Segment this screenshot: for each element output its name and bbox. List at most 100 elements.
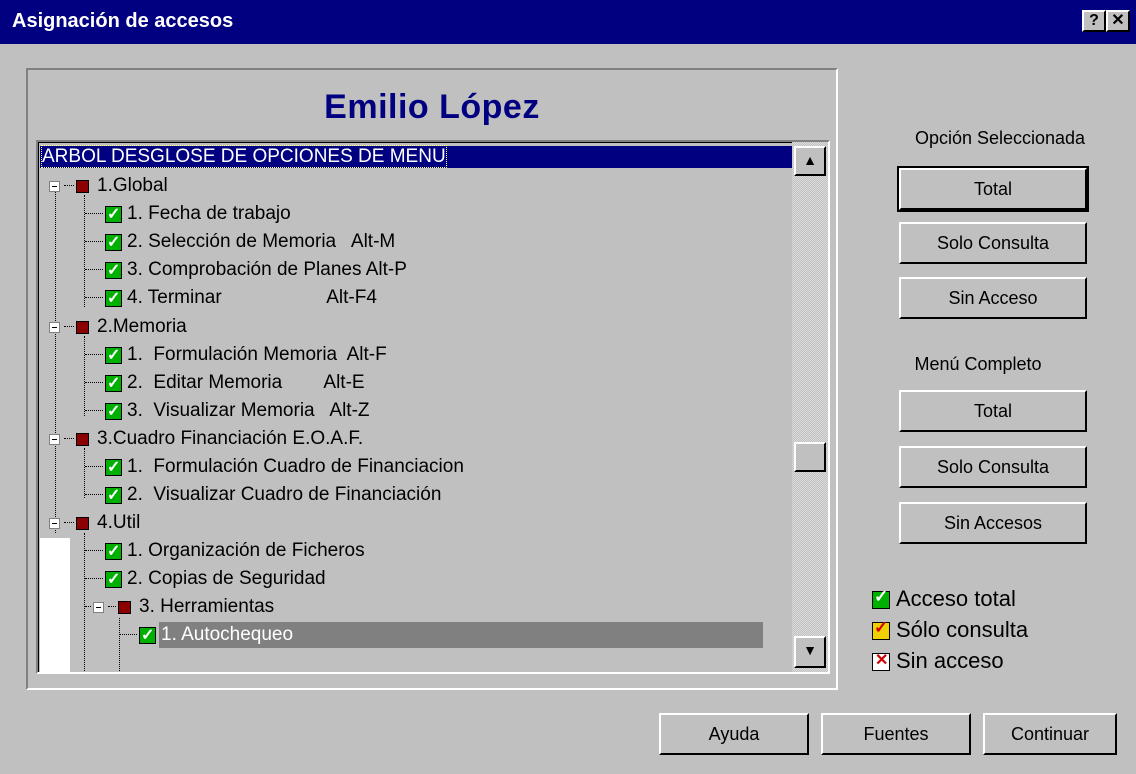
tree-leaf[interactable]: 3. Comprobación de Planes Alt-P — [85, 257, 409, 285]
tree-connector — [85, 354, 103, 356]
tree-header[interactable]: ARBOL DESGLOSE DE OPCIONES DE MENU — [40, 145, 792, 168]
menu-total-button[interactable]: Total — [899, 390, 1087, 432]
tree-connector — [64, 185, 74, 187]
close-icon[interactable]: ✕ — [1106, 10, 1130, 32]
menu-no-access-button[interactable]: Sin Accesos — [899, 502, 1087, 544]
tree-leaf-label: 1. Organización de Ficheros — [127, 540, 365, 561]
full-access-check-icon — [872, 587, 890, 610]
tree-node[interactable]: 4.Util — [49, 510, 142, 538]
branch-marker-icon — [76, 516, 89, 530]
tree-connector — [85, 382, 103, 384]
full-access-check-icon[interactable] — [105, 202, 122, 228]
read-only-check-icon — [872, 618, 890, 641]
collapse-icon[interactable] — [49, 321, 60, 333]
tree-leaf-label: 2. Editar Memoria Alt-E — [127, 372, 365, 393]
tree-node[interactable]: 3.Cuadro Financiación E.O.A.F. — [49, 426, 365, 454]
tree-connector — [85, 213, 103, 215]
continue-button[interactable]: Continuar — [983, 713, 1117, 755]
collapse-icon[interactable] — [93, 601, 104, 613]
tree-leaf[interactable]: 2. Selección de Memoria Alt-M — [85, 229, 397, 257]
tree-connector — [64, 438, 74, 440]
tree-leaf[interactable]: 2. Copias de Seguridad — [85, 566, 328, 594]
branch-marker-icon — [76, 432, 89, 446]
tree-leaf-label: 1. Formulación Memoria Alt-F — [127, 344, 387, 365]
tree-node-label: 2.Memoria — [97, 316, 187, 337]
tree-leaf-label: 1. Formulación Cuadro de Financiacion — [127, 456, 464, 477]
tree-leaf-selected[interactable]: 1. Autochequeo — [119, 622, 763, 650]
tree-leaf-label: 3. Comprobación de Planes Alt-P — [127, 259, 407, 280]
selected-total-button[interactable]: Total — [897, 166, 1089, 212]
menu-read-only-button[interactable]: Solo Consulta — [899, 446, 1087, 488]
tree-leaf-label: 2. Selección de Memoria Alt-M — [127, 231, 396, 252]
full-menu-label: Menú Completo — [914, 354, 1042, 374]
tree-connector — [85, 297, 103, 299]
full-access-check-icon[interactable] — [105, 567, 122, 593]
tree-connector — [64, 326, 74, 328]
full-access-check-icon[interactable] — [105, 230, 122, 256]
tree-leaf[interactable]: 2. Editar Memoria Alt-E — [85, 370, 367, 398]
title-bar: Asignación de accesos ? ✕ — [0, 0, 1136, 44]
fonts-button[interactable]: Fuentes — [821, 713, 971, 755]
tree-connector — [85, 410, 103, 412]
full-access-check-icon[interactable] — [105, 286, 122, 312]
full-access-check-icon[interactable] — [105, 483, 122, 509]
tree-leaf-label: 2. Visualizar Cuadro de Financiación — [127, 484, 442, 505]
tree-line — [55, 188, 56, 533]
tree-node[interactable]: 3. Herramientas — [85, 594, 276, 622]
no-access-x-icon — [872, 650, 890, 672]
branch-marker-icon — [118, 600, 131, 614]
tree-node[interactable]: 1.Global — [49, 173, 170, 201]
tree-leaf[interactable]: 2. Visualizar Cuadro de Financiación — [85, 482, 443, 510]
user-name: Emilio López — [324, 88, 540, 126]
tree-connector — [108, 606, 116, 608]
full-access-check-icon[interactable] — [105, 399, 122, 425]
collapse-icon[interactable] — [49, 180, 60, 192]
branch-marker-icon — [76, 320, 89, 334]
tree-header-label: ARBOL DESGLOSE DE OPCIONES DE MENU — [41, 145, 447, 168]
tree-leaf-label: 1. Autochequeo — [159, 622, 763, 648]
scroll-down-arrow-icon[interactable]: ▼ — [794, 636, 826, 668]
legend-full-access-label: Acceso total — [896, 586, 1016, 611]
full-access-check-icon[interactable] — [105, 343, 122, 369]
help-button[interactable]: Ayuda — [659, 713, 809, 755]
tree-node-label: 1.Global — [97, 175, 168, 196]
menu-tree[interactable]: ARBOL DESGLOSE DE OPCIONES DE MENU 1.Glo… — [36, 140, 830, 674]
tree-connector — [85, 269, 103, 271]
full-access-check-icon[interactable] — [139, 623, 156, 649]
tree-connector — [85, 466, 103, 468]
legend-read-only-label: Sólo consulta — [896, 617, 1029, 642]
collapse-icon[interactable] — [49, 433, 60, 445]
help-icon[interactable]: ? — [1082, 10, 1106, 32]
tree-node[interactable]: 2.Memoria — [49, 314, 189, 342]
tree-leaf[interactable]: 4. Terminar Alt-F4 — [85, 285, 379, 313]
scroll-up-arrow-icon[interactable]: ▲ — [794, 146, 826, 176]
tree-leaf-label: 4. Terminar Alt-F4 — [127, 287, 377, 308]
legend-read-only: Sólo consulta — [872, 617, 1028, 643]
scroll-thumb[interactable] — [794, 442, 826, 472]
full-access-check-icon[interactable] — [105, 455, 122, 481]
tree-leaf[interactable]: 1. Formulación Memoria Alt-F — [85, 342, 389, 370]
tree-scrollbar[interactable]: ▲ ▼ — [792, 142, 828, 672]
selected-no-access-button[interactable]: Sin Acceso — [899, 277, 1087, 319]
collapse-icon[interactable] — [49, 517, 60, 529]
selected-read-only-button[interactable]: Solo Consulta — [899, 222, 1087, 264]
full-access-check-icon[interactable] — [105, 539, 122, 565]
tree-viewport: ARBOL DESGLOSE DE OPCIONES DE MENU 1.Glo… — [38, 142, 792, 672]
tree-connector — [64, 522, 74, 524]
tree-node-label: 4.Util — [97, 512, 141, 533]
full-access-check-icon[interactable] — [105, 371, 122, 397]
tree-leaf-label: 3. Visualizar Memoria Alt-Z — [127, 400, 370, 421]
tree-leaf-label: 2. Copias de Seguridad — [127, 568, 326, 589]
legend-no-access-label: Sin acceso — [896, 648, 1004, 673]
full-access-check-icon[interactable] — [105, 258, 122, 284]
tree-connector — [119, 634, 137, 636]
window-title: Asignación de accesos — [12, 10, 234, 32]
legend-no-access: Sin acceso — [872, 648, 1004, 674]
tree-leaf[interactable]: 1. Formulación Cuadro de Financiacion — [85, 454, 466, 482]
tree-leaf[interactable]: 1. Fecha de trabajo — [85, 201, 293, 229]
tree-leaf[interactable]: 1. Organización de Ficheros — [85, 538, 367, 566]
tree-leaf[interactable]: 3. Visualizar Memoria Alt-Z — [85, 398, 372, 426]
tree-connector — [85, 494, 103, 496]
tree-node-label: 3. Herramientas — [139, 596, 275, 617]
tree-connector — [85, 578, 103, 580]
